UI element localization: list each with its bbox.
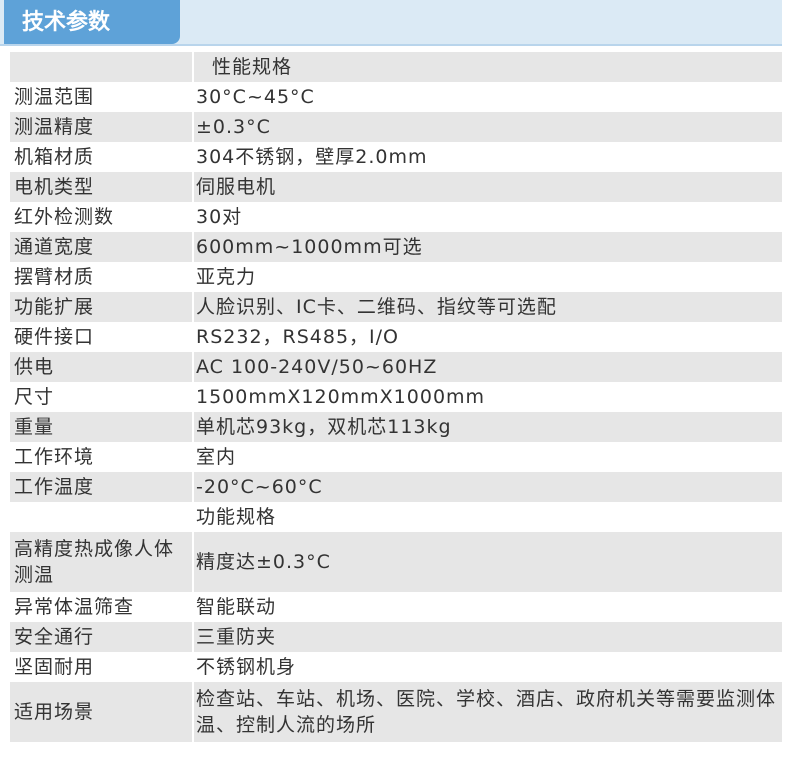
table-row: 异常体温筛查 智能联动 (10, 592, 782, 622)
row-label: 高精度热成像人体测温 (10, 532, 194, 592)
table-row: 坚固耐用 不锈钢机身 (10, 652, 782, 682)
table-row: 供电 AC 100-240V/50~60HZ (10, 352, 782, 382)
row-value: 单机芯93kg，双机芯113kg (194, 412, 782, 442)
table-section-row: 功能规格 (10, 502, 782, 532)
table-row: 重量 单机芯93kg，双机芯113kg (10, 412, 782, 442)
row-value: 亚克力 (194, 262, 782, 292)
table-row: 工作温度 -20°C~60°C (10, 472, 782, 502)
table-row: 高精度热成像人体测温 精度达±0.3°C (10, 532, 782, 592)
row-value: -20°C~60°C (194, 472, 782, 502)
row-label: 测温精度 (10, 112, 194, 142)
table-row: 红外检测数 30对 (10, 202, 782, 232)
table-row: 功能扩展 人脸识别、IC卡、二维码、指纹等可选配 (10, 292, 782, 322)
row-label: 通道宽度 (10, 232, 194, 262)
row-value: 伺服电机 (194, 172, 782, 202)
row-label: 红外检测数 (10, 202, 194, 232)
row-value: 智能联动 (194, 592, 782, 622)
row-label: 坚固耐用 (10, 652, 194, 682)
row-value: 30°C~45°C (194, 82, 782, 112)
row-value: 室内 (194, 442, 782, 472)
row-value: 30对 (194, 202, 782, 232)
row-label: 供电 (10, 352, 194, 382)
row-value: RS232，RS485，I/O (194, 322, 782, 352)
section-title-function: 功能规格 (194, 502, 782, 532)
table-row: 机箱材质 304不锈钢，壁厚2.0mm (10, 142, 782, 172)
table-row: 适用场景 检查站、车站、机场、医院、学校、酒店、政府机关等需要监测体温、控制人流… (10, 682, 782, 742)
row-label: 安全通行 (10, 622, 194, 652)
row-label: 功能扩展 (10, 292, 194, 322)
table-row: 尺寸 1500mmX120mmX1000mm (10, 382, 782, 412)
table-section-row: 性能规格 (10, 52, 782, 82)
row-label: 重量 (10, 412, 194, 442)
table-row: 电机类型 伺服电机 (10, 172, 782, 202)
row-value: 1500mmX120mmX1000mm (194, 382, 782, 412)
table-row: 测温范围 30°C~45°C (10, 82, 782, 112)
table-row: 摆臂材质 亚克力 (10, 262, 782, 292)
row-value: AC 100-240V/50~60HZ (194, 352, 782, 382)
row-label: 尺寸 (10, 382, 194, 412)
row-value: 304不锈钢，壁厚2.0mm (194, 142, 782, 172)
table-row: 测温精度 ±0.3°C (10, 112, 782, 142)
row-label: 机箱材质 (10, 142, 194, 172)
table-row: 安全通行 三重防夹 (10, 622, 782, 652)
row-label: 异常体温筛查 (10, 592, 194, 622)
row-value: 不锈钢机身 (194, 652, 782, 682)
spec-table: 性能规格 测温范围 30°C~45°C 测温精度 ±0.3°C 机箱材质 304… (10, 52, 782, 742)
row-value: ±0.3°C (194, 112, 782, 142)
row-value: 三重防夹 (194, 622, 782, 652)
section-title-performance: 性能规格 (194, 52, 782, 82)
row-label: 测温范围 (10, 82, 194, 112)
row-label (10, 52, 194, 82)
row-label: 硬件接口 (10, 322, 194, 352)
row-value: 检查站、车站、机场、医院、学校、酒店、政府机关等需要监测体温、控制人流的场所 (194, 682, 782, 742)
row-label: 电机类型 (10, 172, 194, 202)
table-row: 硬件接口 RS232，RS485，I/O (10, 322, 782, 352)
row-label (10, 502, 194, 532)
section-title: 技术参数 (4, 0, 180, 44)
row-value: 人脸识别、IC卡、二维码、指纹等可选配 (194, 292, 782, 322)
row-label: 摆臂材质 (10, 262, 194, 292)
table-row: 工作环境 室内 (10, 442, 782, 472)
table-row: 通道宽度 600mm~1000mm可选 (10, 232, 782, 262)
row-label: 工作环境 (10, 442, 194, 472)
row-label: 工作温度 (10, 472, 194, 502)
section-header: 技术参数 (0, 0, 782, 46)
row-value: 精度达±0.3°C (194, 532, 782, 592)
row-label: 适用场景 (10, 682, 194, 742)
row-value: 600mm~1000mm可选 (194, 232, 782, 262)
header-divider (0, 44, 782, 46)
